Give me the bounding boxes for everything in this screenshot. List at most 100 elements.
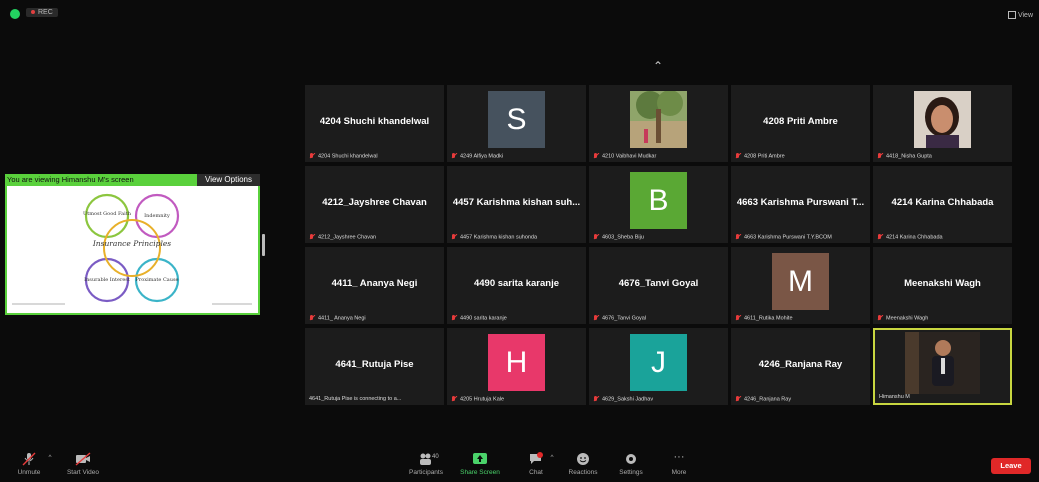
participant-tile[interactable]: 4418_Nisha Gupta — [873, 85, 1012, 162]
gear-icon — [623, 452, 639, 466]
audio-options-caret[interactable]: ^ — [46, 454, 54, 461]
participant-display-name: 4208 Priti Ambre — [763, 116, 838, 127]
participant-tile[interactable]: B 4603_Sheba Biju — [589, 166, 728, 243]
participant-display-name: 4246_Ranjana Ray — [758, 359, 843, 370]
muted-microphone-icon — [877, 152, 883, 159]
participant-tile[interactable]: 4641_Rutuja Pise 4641_Rutuja Pise is conn… — [305, 328, 444, 405]
muted-microphone-icon — [593, 314, 599, 321]
muted-microphone-icon — [735, 152, 741, 159]
participant-tile[interactable]: Himanshu M — [873, 328, 1012, 405]
participant-caption-text: 4411_ Ananya Negi — [318, 315, 366, 321]
muted-microphone-icon — [593, 233, 599, 240]
resize-handle[interactable] — [262, 234, 265, 256]
muted-microphone-icon — [735, 314, 741, 321]
participant-caption-text: 4603_Sheba Biju — [602, 234, 644, 240]
participant-caption-text: Meenakshi Wagh — [886, 315, 929, 321]
participant-tile[interactable]: M 4611_Rutika Mohite — [731, 247, 870, 324]
participant-caption-text: 4676_Tanvi Goyal — [602, 315, 647, 321]
participant-display-name: Meenakshi Wagh — [904, 278, 981, 289]
participant-tile[interactable]: 4490 sarita karanje 4490 sarita karanje — [447, 247, 586, 324]
participant-display-name: 4204 Shuchi khandelwal — [319, 116, 430, 127]
muted-microphone-icon — [309, 152, 315, 159]
participant-caption-text: 4210 Vaibhavi Mudkar — [602, 153, 657, 159]
muted-microphone-icon — [451, 233, 457, 240]
participant-tile[interactable]: 4212_Jayshree Chavan 4212_Jayshree Chavan — [305, 166, 444, 243]
leave-button[interactable]: Leave — [991, 458, 1031, 474]
chat-options-caret[interactable]: ^ — [548, 454, 556, 461]
svg-text:Indemnity: Indemnity — [144, 213, 170, 219]
avatar: B — [630, 172, 687, 229]
participant-caption-text: 4611_Rutika Mohite — [744, 315, 793, 321]
settings-button[interactable]: Settings — [614, 452, 648, 476]
avatar: J — [630, 334, 687, 391]
participant-tile[interactable]: 4210 Vaibhavi Mudkar — [589, 85, 728, 162]
viewing-banner: You are viewing Himanshu M's screen — [5, 174, 197, 186]
participant-tile[interactable]: H 4205 Hrutuja Kale — [447, 328, 586, 405]
participant-caption: 4676_Tanvi Goyal — [593, 314, 724, 321]
participant-display-name: 4641_Rutuja Pise — [335, 359, 414, 370]
participant-video — [905, 332, 980, 394]
participant-caption-text: 4641_Rutuja Pise is connecting to a... — [309, 396, 402, 402]
participant-caption-text: Himanshu M — [879, 394, 910, 400]
start-video-button[interactable]: Start Video — [63, 452, 103, 476]
participant-caption-text: 4204 Shuchi khandelwal — [318, 153, 378, 159]
participants-button[interactable]: 40 Participants — [406, 452, 446, 476]
chevron-up-icon[interactable]: ⌃ — [650, 60, 666, 72]
participant-tile[interactable]: 4246_Ranjana Ray 4246_Ranjana Ray — [731, 328, 870, 405]
participant-caption-text: 4490 sarita karanje — [460, 315, 507, 321]
participant-tile[interactable]: 4457 Karishma kishan suh... 4457 Karishma… — [447, 166, 586, 243]
profile-photo — [630, 91, 687, 148]
participant-tile[interactable]: 4411_ Ananya Negi 4411_ Ananya Negi — [305, 247, 444, 324]
participant-caption: 4204 Shuchi khandelwal — [309, 152, 440, 159]
participant-caption-text: 4663 Karishma Purswani T.Y.BCOM — [744, 234, 832, 240]
ellipsis-icon: ··· — [673, 451, 685, 463]
participant-caption-text: 4208 Priti Ambre — [744, 153, 785, 159]
participant-caption: 4411_ Ananya Negi — [309, 314, 440, 321]
participant-tile[interactable]: S 4249 Alfiya Madki — [447, 85, 586, 162]
participant-tile[interactable]: 4204 Shuchi khandelwal 4204 Shuchi khande… — [305, 85, 444, 162]
share-screen-button[interactable]: Share Screen — [458, 452, 502, 476]
muted-microphone-icon — [309, 233, 315, 240]
participant-tile[interactable]: 4214 Karina Chhabada 4214 Karina Chhabada — [873, 166, 1012, 243]
participant-caption: 4246_Ranjana Ray — [735, 395, 866, 402]
participant-caption: 4641_Rutuja Pise is connecting to a... — [309, 396, 440, 402]
svg-text:Insurable Interest: Insurable Interest — [84, 277, 130, 283]
muted-microphone-icon — [21, 452, 37, 466]
shared-slide: Insurance Principles Utmost Good Faith I… — [7, 186, 258, 313]
participant-caption: 4629_Sakshi Jadhav — [593, 395, 724, 402]
participant-caption-text: 4212_Jayshree Chavan — [318, 234, 377, 240]
participant-caption: 4212_Jayshree Chavan — [309, 233, 440, 240]
reactions-button[interactable]: Reactions — [564, 452, 602, 476]
participant-caption: 4611_Rutika Mohite — [735, 314, 866, 321]
participant-caption-text: 4457 Karishma kishan suhonda — [460, 234, 538, 240]
unmute-button[interactable]: Unmute — [14, 452, 44, 476]
participant-tile[interactable]: Meenakshi Wagh Meenakshi Wagh — [873, 247, 1012, 324]
participant-caption-text: 4418_Nisha Gupta — [886, 153, 932, 159]
participant-tile[interactable]: 4663 Karishma Purswani T... 4663 Karishma… — [731, 166, 870, 243]
participant-caption-text: 4629_Sakshi Jadhav — [602, 396, 654, 402]
participant-caption: 4490 sarita karanje — [451, 314, 582, 321]
more-button[interactable]: ··· More — [664, 451, 694, 477]
muted-microphone-icon — [451, 152, 457, 159]
view-options-button[interactable]: View Options — [197, 174, 260, 186]
participant-caption: 4663 Karishma Purswani T.Y.BCOM — [735, 233, 866, 240]
participant-tile[interactable]: J 4629_Sakshi Jadhav — [589, 328, 728, 405]
participant-display-name: 4676_Tanvi Goyal — [618, 278, 699, 289]
participant-tile[interactable]: 4208 Priti Ambre 4208 Priti Ambre — [731, 85, 870, 162]
participant-tile[interactable]: 4676_Tanvi Goyal 4676_Tanvi Goyal — [589, 247, 728, 324]
participant-caption: Meenakshi Wagh — [877, 314, 1008, 321]
security-shield-icon[interactable] — [10, 9, 20, 19]
participant-display-name: 4457 Karishma kishan suh... — [452, 197, 581, 208]
participant-caption-text: 4246_Ranjana Ray — [744, 396, 792, 402]
grid-icon — [1007, 11, 1016, 19]
view-button[interactable]: View — [1007, 11, 1033, 19]
share-screen-icon — [472, 452, 488, 466]
participant-caption: 4214 Karina Chhabada — [877, 233, 1008, 240]
participant-caption-text: 4214 Karina Chhabada — [886, 234, 943, 240]
participant-caption-text: 4205 Hrutuja Kale — [460, 396, 505, 402]
participant-caption: 4249 Alfiya Madki — [451, 152, 582, 159]
chat-button[interactable]: Chat — [524, 452, 548, 476]
svg-text:Utmost Good Faith: Utmost Good Faith — [83, 211, 132, 217]
muted-microphone-icon — [593, 395, 599, 402]
participant-caption: 4418_Nisha Gupta — [877, 152, 1008, 159]
